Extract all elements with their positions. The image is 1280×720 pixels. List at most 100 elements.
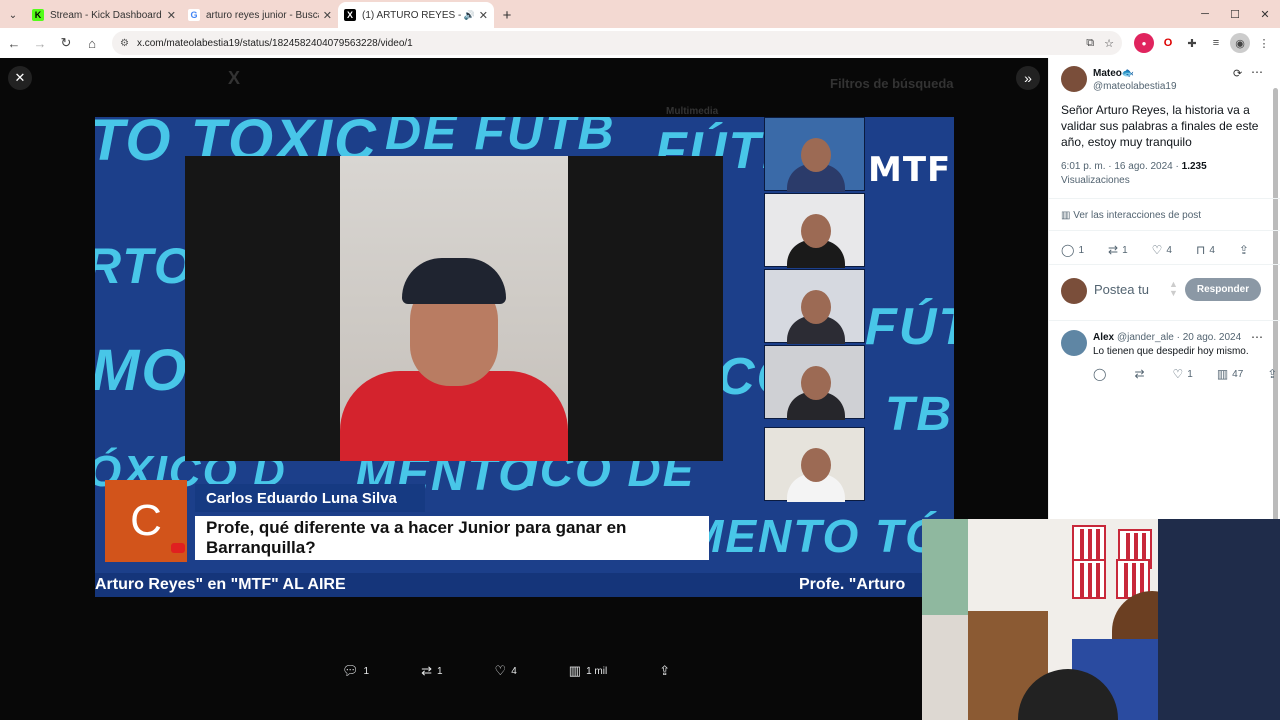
share-icon: ⇪ bbox=[1238, 243, 1249, 257]
avatar[interactable] bbox=[1061, 66, 1087, 92]
video-player[interactable]: TO TÓXIC DE FÚTB FÚTB RTO TÓ MOM FÚTI CO… bbox=[95, 117, 954, 597]
views-label: Visualizaciones bbox=[1061, 175, 1130, 186]
close-viewer-button[interactable]: ✕ bbox=[8, 66, 32, 90]
repost-button[interactable]: ⇄ 1 bbox=[1108, 243, 1128, 257]
reply-input[interactable]: Postea tu bbox=[1094, 282, 1149, 297]
install-app-icon[interactable]: ⧉ bbox=[1086, 37, 1094, 50]
divider bbox=[1049, 320, 1280, 321]
more-icon[interactable]: ⋯ bbox=[1251, 65, 1263, 79]
tab-google[interactable]: G arturo reyes junior - Buscar con ✕ bbox=[182, 2, 338, 28]
home-icon[interactable]: ⌂ bbox=[80, 31, 104, 55]
x-logo-ghost: X bbox=[228, 68, 241, 88]
bar-chart-icon: ▥ bbox=[1216, 367, 1229, 381]
repost-count: 1 bbox=[1122, 244, 1128, 256]
close-icon[interactable]: ✕ bbox=[167, 9, 176, 22]
bg-text: TBO bbox=[885, 388, 954, 441]
reply-count: 1 bbox=[1078, 244, 1084, 256]
expand-panel-button[interactable]: » bbox=[1016, 66, 1040, 90]
puzzle-icon[interactable]: ✚ bbox=[1182, 33, 1202, 53]
reply-button[interactable]: ◯ bbox=[1093, 367, 1110, 381]
guest-feed bbox=[340, 156, 568, 461]
bookmark-star-icon[interactable]: ☆ bbox=[1104, 37, 1114, 50]
host-cam bbox=[764, 345, 865, 420]
app-root: ⌄ K Stream - Kick Dashboard ✕ G arturo r… bbox=[0, 0, 1280, 720]
repost-button[interactable]: ⇄ 1 bbox=[421, 663, 442, 679]
commenter-name[interactable]: Alex bbox=[1093, 332, 1114, 343]
repost-button[interactable]: ⇄ bbox=[1134, 367, 1148, 381]
site-info-icon[interactable]: ⚙ bbox=[120, 38, 129, 49]
reply-button[interactable]: 💬︎ 1 bbox=[342, 663, 369, 679]
bg-text: FÚTI bbox=[865, 298, 954, 356]
views-button[interactable]: ▥ 1 mil bbox=[569, 663, 607, 679]
maximize-icon[interactable]: ☐ bbox=[1220, 0, 1250, 28]
extension-red-icon[interactable]: ● bbox=[1134, 33, 1154, 53]
more-icon[interactable]: ⋯ bbox=[1251, 330, 1263, 344]
window-controls: ─ ☐ ✕ bbox=[1190, 0, 1280, 28]
tab-kick[interactable]: K Stream - Kick Dashboard ✕ bbox=[26, 2, 182, 28]
commenter-handle[interactable]: @jander_ale · 20 ago. 2024 bbox=[1117, 332, 1241, 343]
host-cam bbox=[764, 117, 865, 192]
kick-icon: K bbox=[32, 9, 44, 21]
opera-icon[interactable]: O bbox=[1158, 33, 1178, 53]
address-bar[interactable]: ⚙ x.com/mateolabestia19/status/182458240… bbox=[112, 31, 1122, 55]
interactions-label: Ver las interacciones de post bbox=[1073, 210, 1202, 221]
share-button[interactable]: ⇪ bbox=[1239, 243, 1253, 257]
divider bbox=[1049, 264, 1280, 265]
poster bbox=[922, 519, 968, 615]
close-window-icon[interactable]: ✕ bbox=[1250, 0, 1280, 28]
tab-x[interactable]: X (1) ARTURO REYES - Buscar 🔊 ✕ bbox=[338, 2, 494, 28]
share-button[interactable]: ⇪ bbox=[659, 663, 675, 679]
bg-text: MENTO TÓY bbox=[685, 510, 954, 562]
lower-third-name: Carlos Eduardo Luna Silva bbox=[195, 484, 425, 512]
media-viewer: X Filtros de búsqueda Multimedia ✕ » TO … bbox=[0, 58, 1048, 720]
grok-icon[interactable]: ⟳ bbox=[1233, 67, 1242, 80]
like-button[interactable]: ♡ 4 bbox=[495, 663, 517, 679]
profile-avatar-icon[interactable]: ◉ bbox=[1230, 33, 1250, 53]
close-icon[interactable]: ✕ bbox=[479, 9, 488, 22]
reload-icon[interactable]: ↻ bbox=[54, 31, 78, 55]
bar-chart-icon: ▥ bbox=[568, 663, 582, 678]
news-ticker: Arturo Reyes" en "MTF" AL AIRE Profe. "A… bbox=[95, 573, 954, 597]
avatar[interactable] bbox=[1061, 330, 1087, 356]
divider bbox=[1049, 230, 1280, 231]
forward-icon[interactable]: → bbox=[28, 31, 52, 55]
bookmark-button[interactable]: ⊓ 4 bbox=[1196, 243, 1215, 257]
ghost-title: Filtros de búsqueda bbox=[830, 76, 954, 91]
tab-search-button[interactable]: ⌄ bbox=[0, 2, 26, 28]
reply-submit-button[interactable]: Responder bbox=[1185, 278, 1261, 301]
close-icon[interactable]: ✕ bbox=[323, 9, 332, 22]
url-text[interactable]: x.com/mateolabestia19/status/18245824040… bbox=[137, 38, 1076, 49]
share-button[interactable]: ⇪ bbox=[1267, 367, 1280, 381]
media-control-icon[interactable]: ≡ bbox=[1206, 33, 1226, 53]
views-button[interactable]: ▥ 47 bbox=[1217, 367, 1243, 381]
host-cameras bbox=[764, 117, 865, 502]
reply-button[interactable]: ◯ 1 bbox=[1061, 243, 1084, 257]
browser-toolbar: ← → ↻ ⌂ ⚙ x.com/mateolabestia19/status/1… bbox=[0, 28, 1280, 58]
tab-title: Stream - Kick Dashboard bbox=[50, 9, 162, 21]
like-button[interactable]: ♡ 1 bbox=[1173, 367, 1193, 381]
host-cam bbox=[764, 193, 865, 268]
divider bbox=[1049, 198, 1280, 199]
like-count: 4 bbox=[511, 665, 517, 677]
author-name[interactable]: Mateo🐟 bbox=[1093, 68, 1134, 79]
view-count: 47 bbox=[1232, 368, 1244, 380]
back-icon[interactable]: ← bbox=[2, 31, 26, 55]
host-cam bbox=[764, 427, 865, 502]
minimize-icon[interactable]: ─ bbox=[1190, 0, 1220, 28]
post-interactions-link[interactable]: ▥ Ver las interacciones de post bbox=[1061, 210, 1201, 221]
scrollbar[interactable] bbox=[1273, 88, 1278, 528]
tab-title: arturo reyes junior - Buscar con bbox=[206, 9, 319, 21]
comment-stats-row: ◯ ⇄ ♡ 1 ▥ 47 ⇪ bbox=[1093, 367, 1280, 381]
author-handle[interactable]: @mateolabestia19 bbox=[1093, 81, 1177, 92]
resize-handle-icon[interactable]: ▲ ▼ bbox=[1169, 280, 1178, 298]
kebab-menu-icon[interactable]: ⋮ bbox=[1254, 33, 1274, 53]
post-stats-row: ◯ 1 ⇄ 1 ♡ 4 ⊓ 4 ⇪ bbox=[1061, 243, 1253, 257]
post-meta: 6:01 p. m. · 16 ago. 2024 · 1.235 bbox=[1061, 161, 1207, 172]
repost-icon: ⇄ bbox=[1108, 243, 1119, 257]
speaker-icon[interactable]: 🔊 bbox=[464, 10, 475, 21]
post-time[interactable]: 6:01 p. m. · 16 ago. 2024 · bbox=[1061, 161, 1179, 172]
like-button[interactable]: ♡ 4 bbox=[1152, 243, 1172, 257]
google-icon: G bbox=[188, 9, 200, 21]
new-tab-button[interactable]: + bbox=[494, 2, 520, 28]
bookmark-icon: ⊓ bbox=[1195, 243, 1206, 257]
